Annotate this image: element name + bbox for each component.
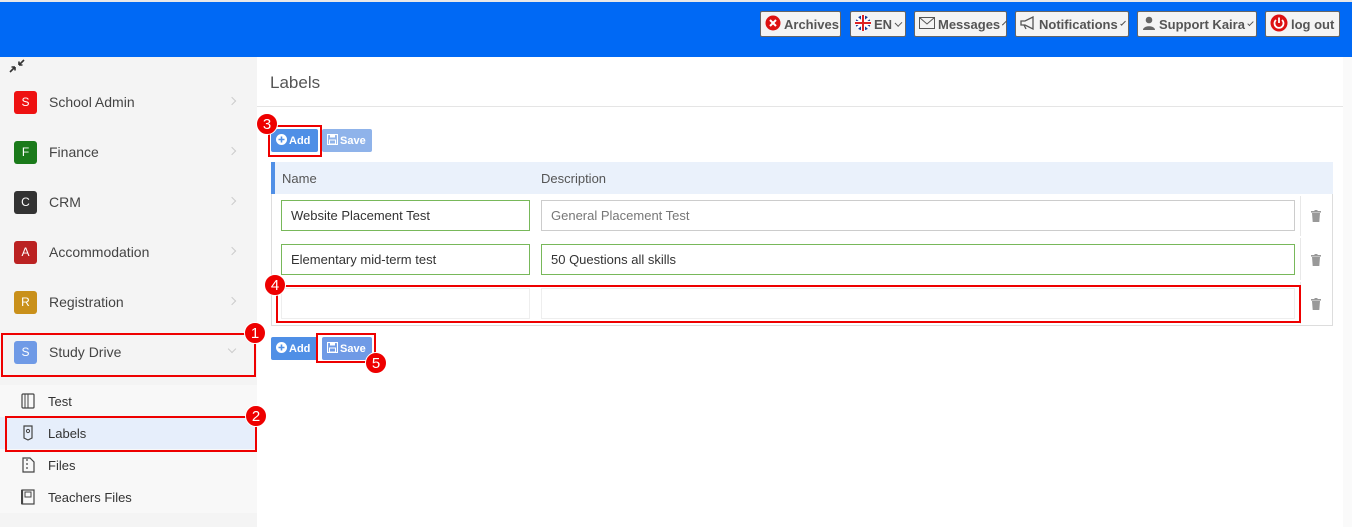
annotation-number-2: 2	[245, 405, 267, 427]
sidebar-item-files[interactable]: Files	[0, 449, 257, 481]
chevron-down-icon	[1247, 19, 1254, 26]
chevron-right-icon	[227, 96, 237, 106]
logout-button[interactable]: log out	[1265, 11, 1340, 37]
module-badge: F	[14, 140, 37, 164]
sidebar-item-label: Test	[48, 393, 72, 409]
column-divider	[1300, 196, 1301, 236]
annotation-number-1: 1	[244, 322, 266, 344]
annotation-box-4	[276, 285, 1301, 323]
chevron-down-icon	[894, 18, 903, 27]
sidebar-item-teachers-files[interactable]: Teachers Files	[0, 481, 257, 513]
megaphone-icon	[1020, 15, 1036, 33]
sidebar-module-registration[interactable]: R Registration	[0, 278, 257, 326]
column-divider	[1300, 238, 1301, 280]
module-label: Accommodation	[49, 244, 150, 260]
module-badge: C	[14, 190, 37, 214]
language-dropdown[interactable]: EN	[850, 11, 906, 37]
uk-flag-icon	[855, 14, 871, 34]
trash-icon[interactable]	[1310, 298, 1322, 310]
label-name-input[interactable]: Website Placement Test	[281, 200, 530, 231]
annotation-number-5: 5	[365, 352, 387, 374]
archives-button[interactable]: Archives	[760, 11, 841, 37]
annotation-box-1	[1, 333, 256, 377]
sidebar-item-test[interactable]: Test	[0, 385, 257, 417]
file-zip-icon	[20, 457, 36, 473]
scrollbar[interactable]	[1343, 57, 1352, 527]
chevron-down-icon	[1002, 20, 1008, 25]
module-badge: A	[14, 240, 37, 264]
chevron-right-icon	[227, 246, 237, 256]
plus-circle-icon	[276, 341, 287, 356]
module-label: School Admin	[49, 94, 135, 110]
trash-icon[interactable]	[1310, 254, 1322, 266]
module-label: CRM	[49, 194, 81, 210]
sidebar-item-label: Teachers Files	[48, 489, 132, 505]
chevron-right-icon	[227, 146, 237, 156]
sidebar-module-finance[interactable]: F Finance	[0, 128, 257, 176]
notifications-dropdown[interactable]: Notifications	[1015, 11, 1129, 37]
user-dropdown[interactable]: Support Kaira	[1137, 11, 1257, 37]
sidebar-module-accommodation[interactable]: A Accommodation	[0, 228, 257, 276]
column-header-description: Description	[541, 171, 607, 186]
divider	[257, 106, 1352, 107]
label-description-input[interactable]: 50 Questions all skills	[541, 244, 1295, 275]
table-header	[271, 162, 1333, 194]
annotation-number-4: 4	[264, 274, 286, 296]
chevron-right-icon	[227, 196, 237, 206]
envelope-icon	[919, 16, 935, 32]
add-button-bottom[interactable]: Add	[271, 337, 318, 360]
sidebar-module-crm[interactable]: C CRM	[0, 178, 257, 226]
module-label: Registration	[49, 294, 124, 310]
close-circle-icon	[765, 15, 781, 34]
floppy-disk-icon	[326, 133, 339, 148]
chevron-down-icon	[1119, 19, 1126, 26]
messages-dropdown[interactable]: Messages	[914, 11, 1008, 37]
binder-icon	[20, 489, 36, 505]
module-badge: R	[14, 290, 37, 314]
annotation-number-3: 3	[256, 113, 278, 135]
collapse-sidebar-icon[interactable]	[9, 59, 25, 76]
test-document-icon	[20, 393, 36, 409]
page-title: Labels	[270, 73, 321, 92]
column-header-name: Name	[282, 171, 317, 186]
user-icon	[1142, 16, 1156, 33]
module-badge: S	[14, 90, 37, 114]
label-description-input[interactable]: General Placement Test	[541, 200, 1295, 231]
sidebar-module-school-admin[interactable]: S School Admin	[0, 78, 257, 126]
sidebar-item-label: Files	[48, 457, 76, 473]
label-name-input[interactable]: Elementary mid-term test	[281, 244, 530, 275]
trash-icon[interactable]	[1310, 210, 1322, 222]
power-icon	[1270, 14, 1288, 35]
chevron-right-icon	[227, 296, 237, 306]
save-button-top[interactable]: Save	[322, 129, 372, 152]
module-label: Finance	[49, 144, 99, 160]
annotation-box-2	[5, 416, 257, 452]
